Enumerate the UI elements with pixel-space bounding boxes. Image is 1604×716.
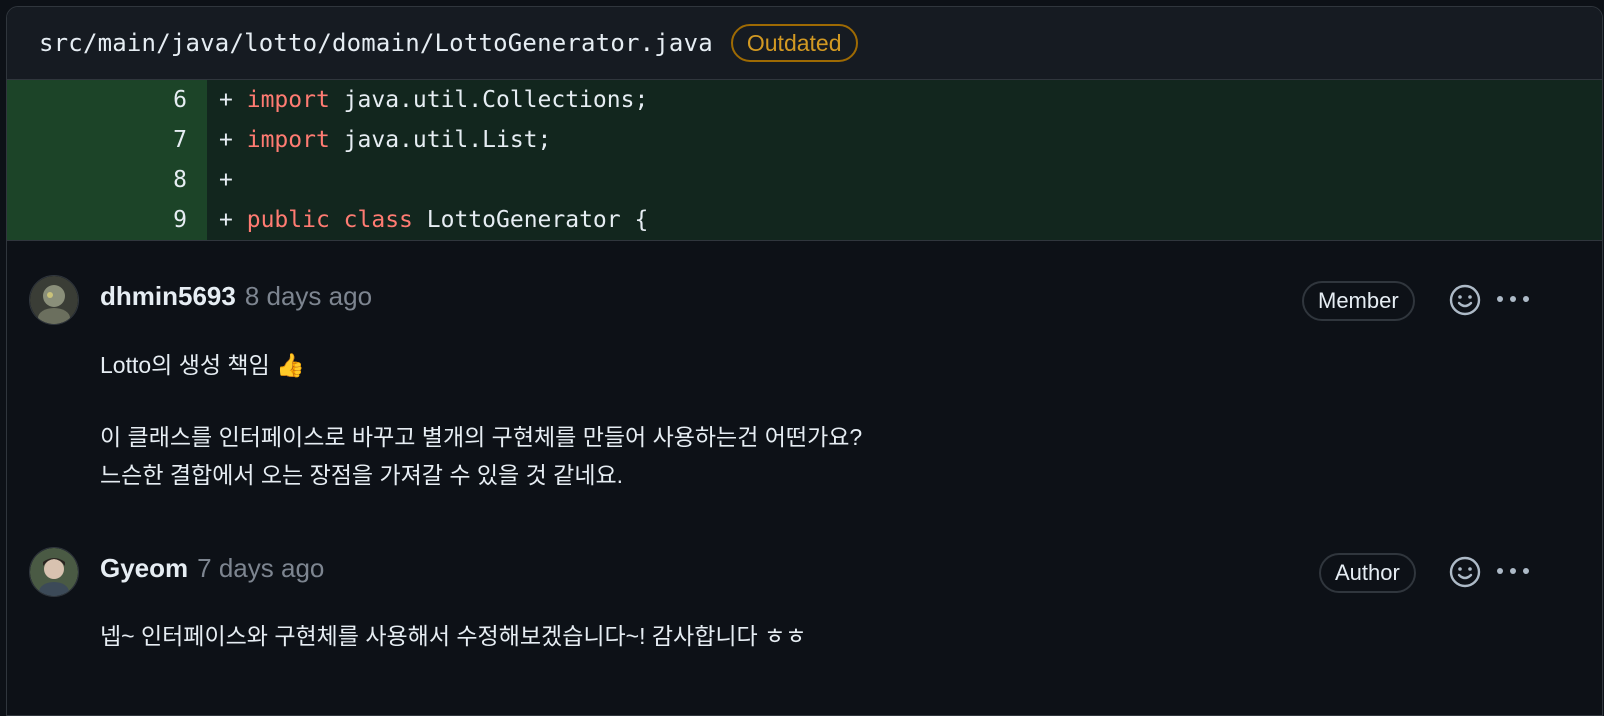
code-line: + public class LottoGenerator { (207, 200, 1602, 240)
role-badge: Member (1302, 281, 1415, 321)
code-token: java.util.Collections; (329, 87, 649, 113)
comment-body: 넵~ 인터페이스와 구현체를 사용해서 수정해보겠습니다~! 감사합니다 ㅎㅎ (100, 617, 806, 655)
code-keyword: public (246, 207, 330, 233)
file-header: src/main/java/lotto/domain/LottoGenerato… (7, 7, 1602, 80)
code-keyword: import (246, 87, 330, 113)
comment-author[interactable]: dhmin5693 (100, 281, 236, 312)
avatar[interactable] (29, 275, 79, 325)
code-token: LottoGenerator { (412, 207, 649, 233)
line-number[interactable]: 9 (7, 200, 207, 240)
diff-add-marker: + (219, 167, 233, 193)
diff-line: 8 + (7, 160, 1602, 200)
comment-line: Lotto의 생성 책임 👍 (100, 352, 305, 378)
diff-line: 7 + import java.util.List; (7, 120, 1602, 160)
role-badge: Author (1319, 553, 1416, 593)
code-line: + import java.util.List; (207, 120, 1602, 160)
code-token: java.util.List; (329, 127, 552, 153)
review-thread: src/main/java/lotto/domain/LottoGenerato… (6, 6, 1603, 716)
code-keyword: import (246, 127, 330, 153)
avatar[interactable] (29, 547, 79, 597)
diff-add-marker: + (219, 127, 233, 153)
diff-line: 9 + public class LottoGenerator { (7, 200, 1602, 240)
diff-hunk: 6 + import java.util.Collections; 7 + impor… (7, 80, 1602, 241)
code-line: + import java.util.Collections; (207, 80, 1602, 120)
line-number[interactable]: 6 (7, 80, 207, 120)
code-line: + (207, 160, 1602, 200)
comment-timestamp[interactable]: 8 days ago (245, 281, 372, 312)
diff-add-marker: + (219, 207, 233, 233)
comment-line: 넵~ 인터페이스와 구현체를 사용해서 수정해보겠습니다~! 감사합니다 ㅎㅎ (100, 623, 807, 649)
outdated-badge: Outdated (730, 24, 858, 62)
kebab-horizontal-icon[interactable] (1496, 566, 1530, 576)
comment-line: 느슨한 결합에서 오는 장점을 가져갈 수 있을 것 같네요. (100, 462, 624, 488)
diff-add-marker: + (219, 87, 233, 113)
file-path-link[interactable]: src/main/java/lotto/domain/LottoGenerato… (39, 29, 713, 57)
smiley-icon[interactable] (1448, 555, 1482, 589)
comment-body: Lotto의 생성 책임 👍 이 클래스를 인터페이스로 바꾸고 별개의 구현체… (100, 346, 862, 494)
line-number[interactable]: 7 (7, 120, 207, 160)
kebab-horizontal-icon[interactable] (1496, 294, 1530, 304)
line-number[interactable]: 8 (7, 160, 207, 200)
smiley-icon[interactable] (1448, 283, 1482, 317)
comment-line: 이 클래스를 인터페이스로 바꾸고 별개의 구현체를 만들어 사용하는건 어떤가… (100, 424, 863, 450)
code-keyword: class (343, 207, 413, 233)
comment-timestamp[interactable]: 7 days ago (197, 553, 324, 584)
diff-line: 6 + import java.util.Collections; (7, 80, 1602, 120)
comment-author[interactable]: Gyeom (100, 553, 188, 584)
